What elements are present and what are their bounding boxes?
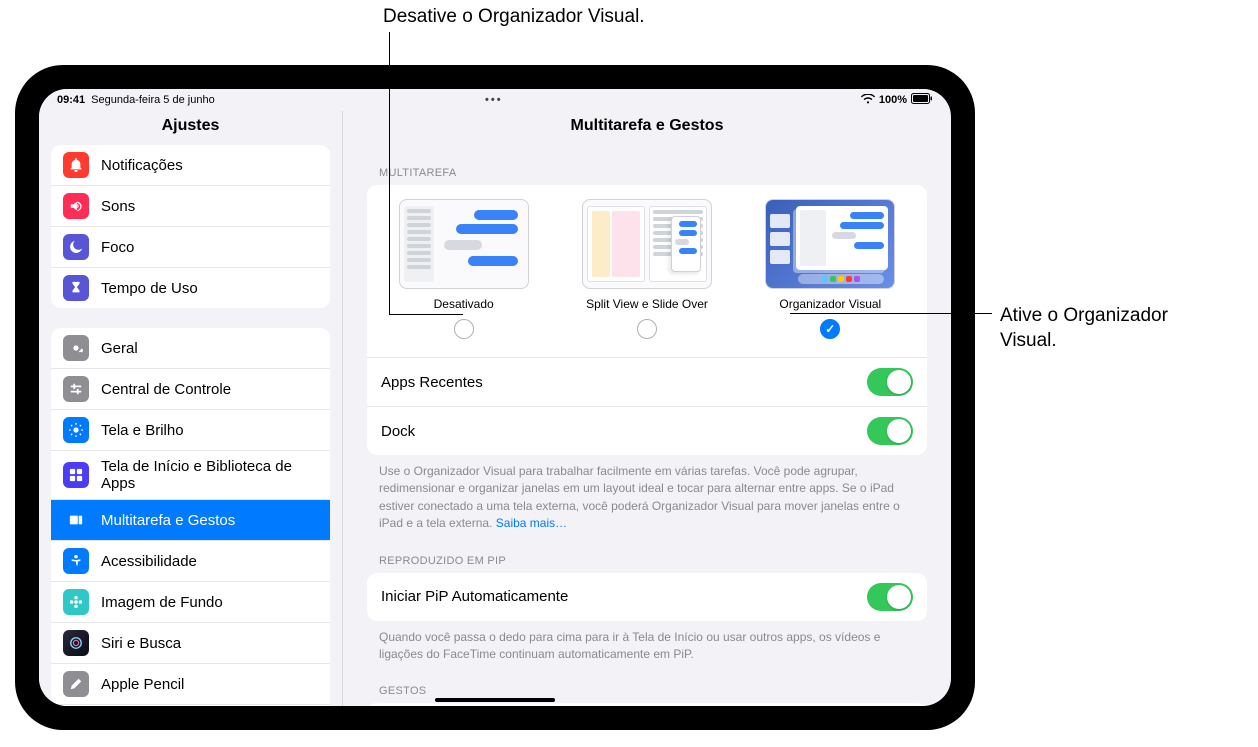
row-productivity-gestures[interactable]: Gestos de Produtividade xyxy=(367,703,927,706)
sidebar-item-label: Tempo de Uso xyxy=(101,280,198,297)
multitask-options-row: Desativado Split View e Slide Over xyxy=(367,185,927,357)
sidebar-item-screentime[interactable]: Tempo de Uso xyxy=(51,267,330,308)
siri-icon xyxy=(63,630,89,656)
status-bar: 09:41 Segunda-feira 5 de junho ••• 100% xyxy=(39,89,951,111)
status-date: Segunda-feira 5 de junho xyxy=(91,94,215,106)
sidebar-item-label: Tela de Início e Biblioteca de Apps xyxy=(101,458,318,492)
callout-line xyxy=(389,314,463,315)
section-header-pip: REPRODUZIDO EM PIP xyxy=(367,537,927,573)
multitask-footnote: Use o Organizador Visual para trabalhar … xyxy=(367,455,927,537)
sidebar-item-home-screen[interactable]: Tela de Início e Biblioteca de Apps xyxy=(51,450,330,499)
home-indicator[interactable] xyxy=(435,698,555,702)
thumb-stage-manager xyxy=(765,199,895,289)
person-icon xyxy=(63,548,89,574)
option-stage-manager[interactable]: Organizador Visual ✓ xyxy=(744,199,917,339)
sidebar-item-display[interactable]: Tela e Brilho xyxy=(51,409,330,450)
flower-icon xyxy=(63,589,89,615)
row-dock[interactable]: Dock xyxy=(367,406,927,455)
ipad-screen: 09:41 Segunda-feira 5 de junho ••• 100% … xyxy=(39,89,951,706)
sidebar-item-control-center[interactable]: Central de Controle xyxy=(51,368,330,409)
section-header-multitask: MULTITAREFA xyxy=(367,149,927,185)
toggle-recent-apps[interactable] xyxy=(867,368,913,396)
sidebar-item-label: Apple Pencil xyxy=(101,676,184,693)
thumb-disabled xyxy=(399,199,529,289)
pip-card: Iniciar PiP Automaticamente xyxy=(367,573,927,621)
sidebar-item-label: Foco xyxy=(101,239,134,256)
hourglass-icon xyxy=(63,275,89,301)
sidebar-group-1: Notificações Sons Foco xyxy=(51,145,330,308)
moon-icon xyxy=(63,234,89,260)
learn-more-link[interactable]: Saiba mais… xyxy=(496,516,567,530)
sidebar-group-2: Geral Central de Controle Tela e Brilho xyxy=(51,328,330,706)
row-label: Iniciar PiP Automaticamente xyxy=(381,588,568,605)
row-pip-auto[interactable]: Iniciar PiP Automaticamente xyxy=(367,573,927,621)
bell-icon xyxy=(63,152,89,178)
option-disabled[interactable]: Desativado xyxy=(377,199,550,339)
status-time: 09:41 xyxy=(57,94,85,106)
callout-text: Visual. xyxy=(1000,330,1057,351)
ipad-frame: 09:41 Segunda-feira 5 de junho ••• 100% … xyxy=(15,65,975,730)
multitask-card: Desativado Split View e Slide Over xyxy=(367,185,927,455)
option-label: Desativado xyxy=(434,297,494,311)
sidebar-item-label: Tela e Brilho xyxy=(101,422,184,439)
toggle-dock[interactable] xyxy=(867,417,913,445)
rects-icon xyxy=(63,507,89,533)
row-recent-apps[interactable]: Apps Recentes xyxy=(367,357,927,406)
sidebar-item-label: Notificações xyxy=(101,157,183,174)
callout-disable-organizer: Desative o Organizador Visual. xyxy=(383,5,645,30)
thumb-splitview xyxy=(582,199,712,289)
settings-sidebar[interactable]: Ajustes Notificações Sons xyxy=(39,111,343,706)
sidebar-item-general[interactable]: Geral xyxy=(51,328,330,368)
radio-disabled[interactable] xyxy=(454,319,474,339)
sidebar-item-siri[interactable]: Siri e Busca xyxy=(51,622,330,663)
toggle-pip-auto[interactable] xyxy=(867,583,913,611)
option-label: Organizador Visual xyxy=(779,297,881,311)
radio-stage-manager[interactable]: ✓ xyxy=(820,319,840,339)
sidebar-item-label: Acessibilidade xyxy=(101,553,197,570)
sidebar-item-label: Central de Controle xyxy=(101,381,231,398)
callout-enable-organizer: Ative o Organizador Visual. xyxy=(1000,304,1168,353)
multitask-dots-icon[interactable]: ••• xyxy=(485,94,503,106)
battery-percent: 100% xyxy=(879,94,907,106)
sidebar-item-label: Siri e Busca xyxy=(101,635,181,652)
sliders-icon xyxy=(63,376,89,402)
speaker-icon xyxy=(63,193,89,219)
sidebar-item-accessibility[interactable]: Acessibilidade xyxy=(51,540,330,581)
callout-text: Ative o Organizador xyxy=(1000,305,1168,326)
content-panel[interactable]: Multitarefa e Gestos MULTITAREFA Desativ… xyxy=(343,111,951,706)
row-label: Dock xyxy=(381,423,415,440)
option-splitview[interactable]: Split View e Slide Over xyxy=(560,199,733,339)
page-title: Multitarefa e Gestos xyxy=(367,111,927,149)
sidebar-item-faceid[interactable]: Face ID e Código xyxy=(51,704,330,706)
sidebar-item-pencil[interactable]: Apple Pencil xyxy=(51,663,330,704)
wifi-icon xyxy=(861,94,875,107)
callout-line xyxy=(790,313,992,314)
sidebar-item-label: Multitarefa e Gestos xyxy=(101,512,235,529)
main-split: Ajustes Notificações Sons xyxy=(39,111,951,706)
sidebar-item-sounds[interactable]: Sons xyxy=(51,185,330,226)
sidebar-item-notifications[interactable]: Notificações xyxy=(51,145,330,185)
battery-icon xyxy=(911,93,933,107)
sidebar-item-label: Geral xyxy=(101,340,138,357)
pip-footnote: Quando você passa o dedo para cima para … xyxy=(367,621,927,668)
callout-line xyxy=(389,32,390,314)
sidebar-item-multitasking[interactable]: Multitarefa e Gestos xyxy=(51,499,330,540)
grid-icon xyxy=(63,462,89,488)
sidebar-item-label: Sons xyxy=(101,198,135,215)
gear-icon xyxy=(63,335,89,361)
radio-splitview[interactable] xyxy=(637,319,657,339)
sidebar-item-focus[interactable]: Foco xyxy=(51,226,330,267)
pencil-icon xyxy=(63,671,89,697)
option-label: Split View e Slide Over xyxy=(586,297,708,311)
gestures-card: Gestos de Produtividade xyxy=(367,703,927,706)
sidebar-item-wallpaper[interactable]: Imagem de Fundo xyxy=(51,581,330,622)
row-label: Apps Recentes xyxy=(381,374,483,391)
sun-icon xyxy=(63,417,89,443)
sidebar-title: Ajustes xyxy=(51,111,330,145)
sidebar-item-label: Imagem de Fundo xyxy=(101,594,223,611)
footnote-text: Use o Organizador Visual para trabalhar … xyxy=(379,464,900,530)
